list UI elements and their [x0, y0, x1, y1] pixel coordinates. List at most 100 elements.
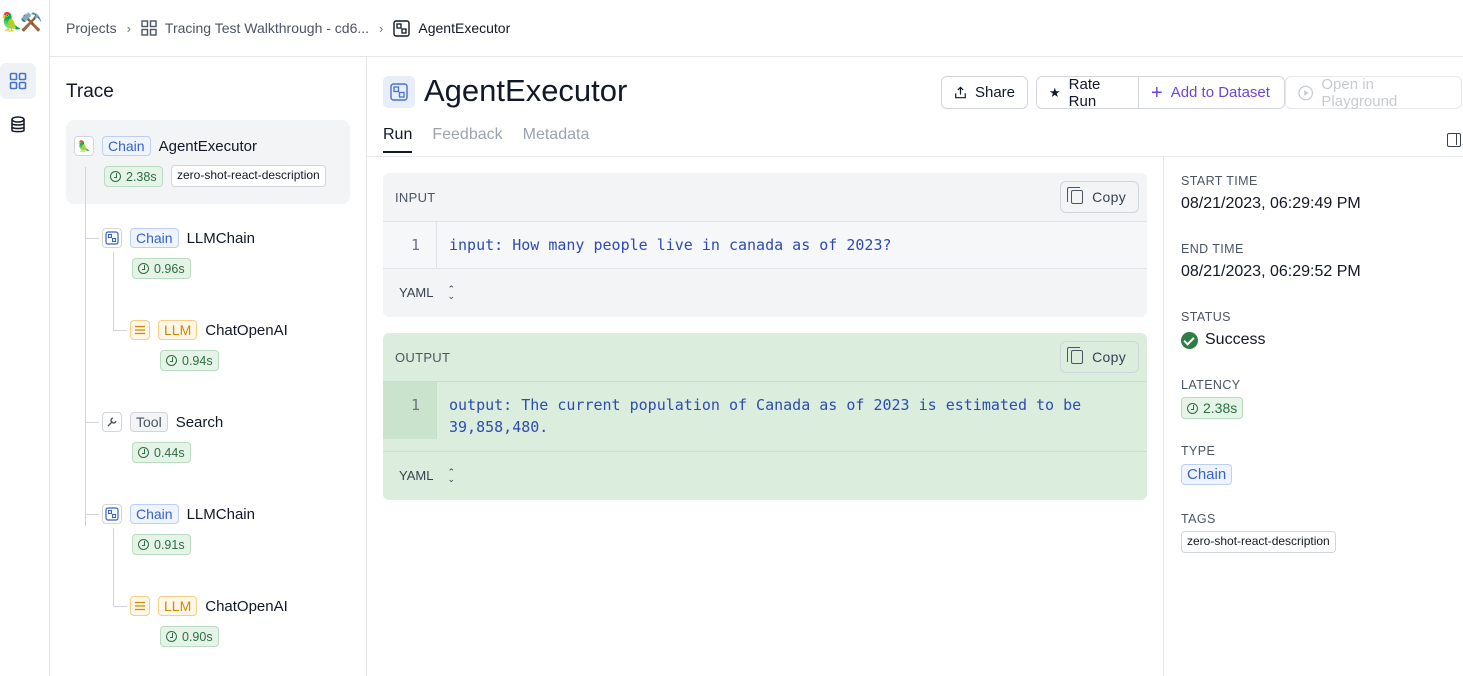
plus-icon: + — [1151, 81, 1163, 104]
projects-nav-button[interactable] — [0, 63, 36, 99]
copy-label: Copy — [1092, 189, 1126, 205]
format-label: YAML — [399, 468, 434, 483]
open-in-playground-button[interactable]: Open in Playground — [1285, 76, 1462, 110]
rate-run-button[interactable]: ★ Rate Run — [1036, 76, 1139, 110]
input-label: INPUT — [395, 189, 436, 205]
latency-badge: 0.96s — [132, 258, 191, 279]
tree-connector — [85, 422, 99, 423]
run-type-llm: LLM — [158, 596, 198, 616]
tab-feedback[interactable]: Feedback — [432, 126, 502, 153]
input-code[interactable]: input: How many people live in canada as… — [437, 222, 892, 268]
breadcrumb-projects[interactable]: Projects — [66, 20, 117, 36]
share-button[interactable]: Share — [941, 76, 1028, 109]
add-to-dataset-label: Add to Dataset — [1170, 84, 1270, 101]
input-header: INPUT Copy — [383, 173, 1147, 221]
tree-connector — [85, 238, 99, 239]
run-tabs: Run Feedback Metadata — [383, 126, 589, 153]
latency-value: 0.96s — [154, 261, 185, 276]
clock-icon — [138, 263, 149, 274]
copy-icon — [1067, 187, 1084, 204]
clock-icon — [166, 631, 177, 642]
chain-icon — [102, 504, 122, 524]
page-title: AgentExecutor — [424, 73, 628, 108]
breadcrumb-run: AgentExecutor — [393, 19, 511, 37]
output-format-select[interactable]: YAML ⌃ ⌄ — [383, 452, 1147, 499]
latency-label: LATENCY — [1181, 378, 1241, 392]
copy-label: Copy — [1092, 349, 1126, 365]
trace-node-llmchain[interactable]: Chain LLMChain — [102, 228, 255, 248]
breadcrumb-run-label: AgentExecutor — [418, 20, 511, 36]
node-name: LLMChain — [186, 229, 255, 247]
run-type-chain: Chain — [130, 228, 179, 248]
copy-input-button[interactable]: Copy — [1060, 181, 1139, 213]
status-text: Success — [1205, 331, 1266, 348]
end-time-value: 08/21/2023, 06:29:52 PM — [1181, 263, 1361, 280]
trace-panel: Trace 🦜 Chain AgentExecutor 2.38s zero-s… — [50, 57, 367, 676]
line-number: 1 — [383, 222, 437, 268]
node-name: AgentExecutor — [158, 137, 257, 155]
node-name: ChatOpenAI — [205, 321, 288, 339]
chevron-updown-icon: ⌃ ⌄ — [447, 466, 455, 484]
add-to-dataset-button[interactable]: + Add to Dataset — [1138, 76, 1285, 109]
input-code-editor[interactable]: 1 input: How many people live in canada … — [383, 221, 1147, 269]
tag-chip: zero-shot-react-description — [171, 165, 326, 187]
latency-value: 0.44s — [154, 445, 185, 460]
tree-connector — [85, 514, 99, 515]
output-code-line: output: The current population of Canada… — [449, 396, 1082, 414]
breadcrumb-project-label[interactable]: Tracing Test Walkthrough - cd6... — [165, 20, 369, 36]
tree-connector — [113, 606, 127, 607]
breadcrumb-project[interactable]: Tracing Test Walkthrough - cd6... — [141, 20, 369, 36]
trace-node-chatopenai[interactable]: LLM ChatOpenAI — [130, 320, 288, 340]
tag-chip: zero-shot-react-description — [1181, 531, 1336, 553]
latency-value: 0.91s — [154, 537, 185, 552]
output-code-editor[interactable]: 1 output: The current population of Cana… — [383, 381, 1147, 452]
star-icon: ★ — [1049, 84, 1061, 100]
start-time-label: START TIME — [1181, 174, 1258, 188]
output-section: OUTPUT Copy 1 output: The current popula… — [383, 333, 1147, 500]
output-code[interactable]: output: The current population of Canada… — [437, 382, 1081, 451]
breadcrumb: Projects › Tracing Test Walkthrough - cd… — [50, 0, 1463, 57]
trace-node-llmchain-2[interactable]: Chain LLMChain — [102, 504, 255, 524]
llm-icon — [130, 596, 150, 616]
trace-root-selected[interactable] — [66, 120, 350, 204]
check-circle-icon — [1181, 331, 1198, 349]
node-name: LLMChain — [186, 505, 255, 523]
latency-value: 0.90s — [182, 629, 213, 644]
input-format-select[interactable]: YAML ⌃ ⌄ — [383, 269, 1147, 316]
breadcrumb-projects-label[interactable]: Projects — [66, 20, 117, 36]
status-value: Success — [1181, 331, 1265, 349]
left-rail: 🦜⚒️ — [0, 0, 50, 676]
chevron-right-icon: › — [126, 20, 131, 36]
latency-badge: 2.38s — [1181, 397, 1244, 419]
latency-value: 0.94s — [182, 353, 213, 368]
trace-title: Trace — [66, 81, 114, 102]
run-type-chain: Chain — [1181, 464, 1233, 485]
run-type-chain: Chain — [102, 136, 151, 156]
output-label: OUTPUT — [395, 349, 451, 365]
start-time-value: 08/21/2023, 06:29:49 PM — [1181, 195, 1361, 212]
trace-node-chatopenai-2[interactable]: LLM ChatOpenAI — [130, 596, 288, 616]
chevron-right-icon: › — [379, 20, 384, 36]
llm-icon — [130, 320, 150, 340]
datasets-nav-button[interactable] — [0, 107, 36, 143]
node-name: ChatOpenAI — [205, 597, 288, 615]
end-time-label: END TIME — [1181, 242, 1244, 256]
latency-badge: 0.91s — [132, 534, 191, 555]
trace-node-agentexecutor[interactable]: 🦜 Chain AgentExecutor — [74, 136, 257, 156]
panel-toggle-icon[interactable] — [1447, 133, 1461, 147]
format-label: YAML — [399, 285, 434, 300]
wrench-icon — [102, 412, 122, 432]
clock-icon — [166, 355, 177, 366]
input-section: INPUT Copy 1 input: How many people live… — [383, 173, 1147, 317]
tab-run[interactable]: Run — [383, 126, 413, 153]
run-type-chain: Chain — [130, 504, 179, 524]
tab-metadata[interactable]: Metadata — [523, 126, 590, 153]
copy-output-button[interactable]: Copy — [1060, 341, 1139, 373]
type-label: TYPE — [1181, 444, 1216, 458]
clock-icon — [1187, 402, 1198, 414]
trace-node-search[interactable]: Tool Search — [102, 412, 223, 432]
app-logo[interactable]: 🦜⚒️ — [0, 12, 48, 33]
line-number: 1 — [383, 382, 437, 439]
run-type-llm: LLM — [158, 320, 198, 340]
chain-icon — [102, 228, 122, 248]
